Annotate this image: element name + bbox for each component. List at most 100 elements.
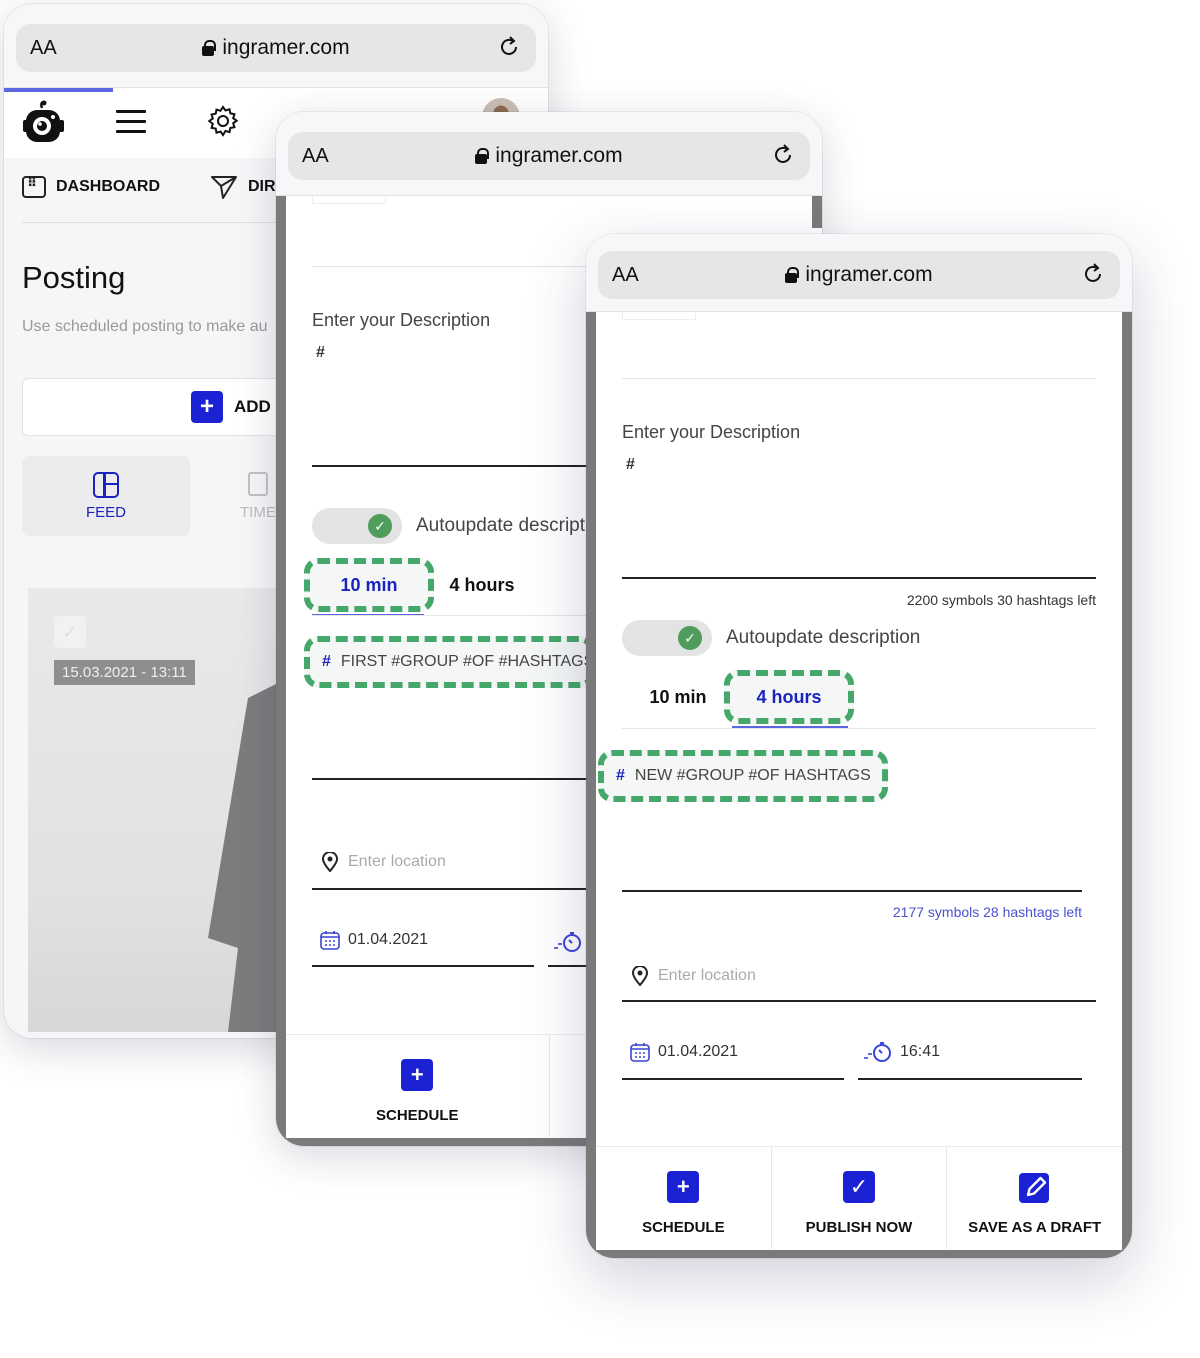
main-nav: DASHBOARD DIR	[22, 174, 316, 200]
nav-item-dashboard[interactable]: DASHBOARD	[22, 175, 160, 198]
location-pin-icon	[322, 852, 338, 872]
autoupdate-label: Autoupdate description	[726, 627, 921, 648]
location-placeholder: Enter location	[348, 853, 446, 870]
nav-item-direct[interactable]: DIR	[210, 174, 276, 200]
schedule-button[interactable]: + SCHEDULE	[286, 1035, 550, 1137]
autoupdate-label: Autoupdate descripti	[416, 515, 590, 536]
calendar-icon	[320, 931, 340, 950]
address-bar[interactable]: AA ingramer.com	[288, 132, 810, 180]
hashtag-icon: #	[616, 767, 625, 784]
text-size-button[interactable]: AA	[30, 37, 57, 60]
address-bar[interactable]: AA ingramer.com	[16, 24, 536, 72]
description-label: Enter your Description	[312, 310, 491, 330]
description-counter: 2200 symbols 30 hashtags left	[906, 592, 1096, 608]
nav-direct-label: DIR	[248, 178, 276, 195]
lock-icon	[785, 267, 800, 283]
date-value: 01.04.2021	[658, 1043, 739, 1060]
stopwatch-icon	[864, 1042, 891, 1062]
location-field[interactable]: Enter location	[622, 966, 1096, 986]
time-field[interactable]: 16:41	[862, 1040, 940, 1064]
send-icon	[211, 176, 237, 199]
post-select-checkbox[interactable]: ✓	[54, 616, 86, 648]
divider	[622, 728, 1096, 729]
ingramer-logo-icon[interactable]	[22, 100, 66, 146]
gear-icon[interactable]	[206, 104, 240, 138]
text-size-button[interactable]: AA	[612, 264, 639, 287]
image-thumb-edge	[312, 196, 386, 204]
check-icon: ✓	[368, 514, 392, 538]
draft-label: SAVE AS A DRAFT	[968, 1219, 1102, 1236]
calendar-icon	[630, 1043, 650, 1062]
description-label: Enter your Description	[622, 422, 801, 442]
tab-feed[interactable]: FEED	[22, 456, 190, 536]
device-frame	[586, 312, 596, 1258]
tab-timeline[interactable]: TIME	[240, 456, 276, 536]
date-field[interactable]: 01.04.2021	[320, 930, 428, 950]
description-input[interactable]: #	[626, 456, 635, 474]
reload-icon[interactable]	[1080, 261, 1106, 287]
browser-chrome: AA ingramer.com	[4, 4, 548, 88]
time-value: 16:41	[900, 1043, 941, 1060]
stopwatch-icon	[554, 932, 581, 952]
browser-chrome: AA ingramer.com	[276, 112, 822, 196]
tab-timeline-label: TIME	[240, 503, 276, 521]
page-subtitle: Use scheduled posting to make au	[22, 318, 268, 335]
hashtag-group-chip[interactable]: # FIRST #GROUP #OF #HASHTAGS	[304, 636, 594, 688]
publish-label: PUBLISH NOW	[805, 1219, 913, 1236]
scrollbar[interactable]	[1122, 312, 1132, 1258]
save-draft-button[interactable]: SAVE AS A DRAFT	[947, 1147, 1122, 1249]
location-underline	[622, 1000, 1096, 1002]
schedule-label: SCHEDULE	[642, 1219, 725, 1236]
page-load-progress	[4, 88, 113, 92]
text-size-button[interactable]: AA	[302, 145, 329, 168]
description-input[interactable]: #	[316, 344, 325, 362]
url-text: ingramer.com	[495, 144, 623, 167]
interval-tabs: 10 min 4 hours	[622, 670, 1096, 729]
interval-10min[interactable]: 10 min	[636, 674, 720, 720]
reload-icon[interactable]	[770, 142, 796, 168]
interval-4hours[interactable]: 4 hours	[724, 670, 854, 724]
add-label: ADD	[234, 397, 271, 416]
date-value: 01.04.2021	[348, 931, 429, 948]
description-underline	[622, 577, 1096, 579]
autoupdate-toggle[interactable]: ✓	[622, 620, 712, 656]
tab-feed-label: FEED	[85, 503, 126, 521]
menu-icon[interactable]	[116, 110, 146, 133]
scrollbar[interactable]	[812, 196, 822, 228]
publish-now-button[interactable]: ✓ PUBLISH NOW	[772, 1147, 948, 1249]
device-frame	[586, 1250, 1132, 1258]
plus-icon: +	[667, 1171, 700, 1203]
address-bar[interactable]: AA ingramer.com	[598, 251, 1120, 299]
phone-new-hashtag-group: AA ingramer.com Enter your Description #…	[586, 234, 1132, 1258]
autoupdate-toggle[interactable]: ✓	[312, 508, 402, 544]
add-post-button[interactable]: + ADD	[191, 391, 271, 423]
feed-grid-icon	[93, 471, 119, 498]
url-text: ingramer.com	[222, 36, 350, 59]
page-title: Posting	[22, 260, 126, 295]
hashtag-group-text: NEW #GROUP #OF HASHTAGS	[634, 767, 871, 784]
post-date-badge: 15.03.2021 - 13:11	[54, 660, 195, 685]
dashboard-icon	[22, 175, 46, 198]
lock-icon	[202, 40, 217, 56]
nav-dashboard-label: DASHBOARD	[56, 178, 160, 195]
hashtag-group-text: FIRST #GROUP #OF #HASHTAGS	[340, 653, 595, 670]
hashtag-underline	[622, 890, 1082, 892]
interval-4hours[interactable]: 4 hours	[442, 562, 522, 608]
date-field[interactable]: 01.04.2021	[630, 1042, 738, 1062]
divider	[622, 378, 1096, 379]
date-underline	[622, 1078, 844, 1080]
check-icon: ✓	[678, 626, 702, 650]
hashtag-icon: #	[322, 653, 331, 670]
url-text: ingramer.com	[805, 263, 933, 286]
hashtag-group-chip[interactable]: # NEW #GROUP #OF HASHTAGS	[598, 750, 888, 802]
plus-icon: +	[191, 391, 223, 423]
schedule-label: SCHEDULE	[375, 1107, 459, 1124]
reload-icon[interactable]	[496, 34, 522, 60]
hashtag-counter: 2177 symbols 28 hashtags left	[892, 904, 1082, 920]
date-underline	[312, 965, 534, 967]
timeline-icon	[247, 471, 268, 496]
edit-icon	[1018, 1173, 1049, 1203]
interval-10min[interactable]: 10 min	[304, 558, 434, 612]
location-pin-icon	[632, 966, 648, 986]
schedule-button[interactable]: + SCHEDULE	[596, 1147, 772, 1249]
